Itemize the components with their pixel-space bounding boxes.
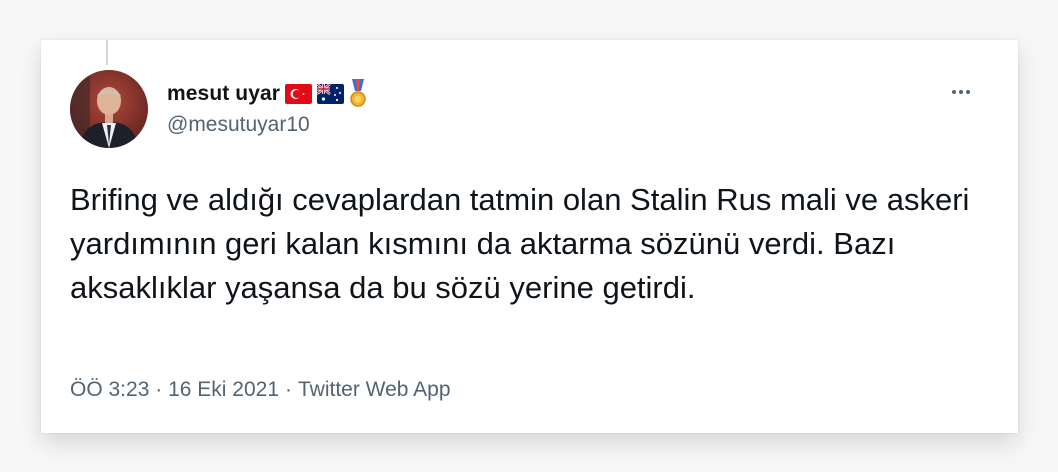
tweet-embed-screenshot: mesut uyar @mesutuyar10 Brifing ve aldığ…: [0, 0, 1058, 472]
meta-separator: ·: [155, 378, 163, 401]
tweet-date: 16 Eki 2021: [168, 378, 279, 401]
tweet-card: mesut uyar @mesutuyar10 Brifing ve aldığ…: [41, 40, 1018, 433]
thread-connector-line: [106, 40, 108, 65]
medal-icon: [350, 79, 366, 107]
turkey-flag-icon: [285, 84, 313, 104]
author-display-name[interactable]: mesut uyar: [167, 82, 280, 106]
author-name-row: mesut uyar: [167, 77, 367, 111]
tweet-text: Brifing ve aldığı cevaplardan tatmin ola…: [70, 182, 970, 305]
tweet-time-link[interactable]: ÖÖ 3:23 · 16 Eki 2021: [70, 378, 279, 402]
avatar-photo: [70, 70, 148, 148]
tweet-metadata: ÖÖ 3:23 · 16 Eki 2021 · Twitter Web App: [70, 378, 451, 402]
author-handle[interactable]: @mesutuyar10: [167, 113, 310, 137]
avatar[interactable]: [70, 70, 148, 148]
meta-separator: ·: [285, 378, 292, 401]
more-options-icon[interactable]: [941, 80, 981, 104]
australia-flag-icon: [317, 84, 345, 104]
tweet-time: ÖÖ 3:23: [70, 378, 150, 401]
tweet-source: Twitter Web App: [298, 378, 451, 401]
